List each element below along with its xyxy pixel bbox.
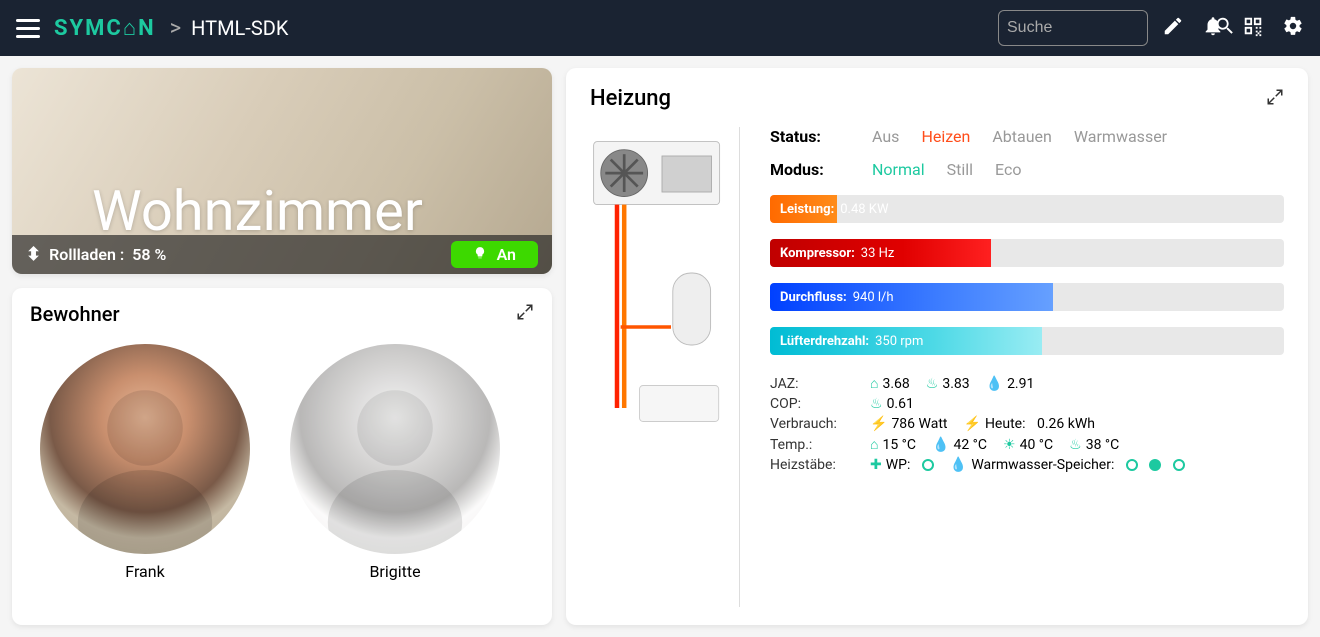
shutter-label: Rollladen : (49, 245, 124, 264)
room-card[interactable]: Wohnzimmer ⬍ Rollladen : 58 % An (12, 68, 552, 274)
residents-card: Bewohner Frank Brigitte (12, 288, 552, 625)
page-title: HTML-SDK (191, 16, 288, 40)
breadcrumb: > HTML-SDK (170, 16, 289, 41)
mode-opt-eco[interactable]: Eco (995, 160, 1021, 179)
mode-opt-normal[interactable]: Normal (872, 160, 925, 179)
room-footer: ⬍ Rollladen : 58 % An (12, 235, 552, 274)
avatar-name: Brigitte (369, 562, 420, 581)
bar-fan: Lüfterdrehzahl:350 rpm (770, 327, 1284, 355)
drop-icon: 💧 (932, 437, 949, 453)
shutter-icon: ⬍ (26, 244, 41, 265)
status-circle-off-icon (1173, 459, 1185, 471)
status-opt-heizen[interactable]: Heizen (921, 127, 970, 146)
qr-icon[interactable] (1242, 15, 1264, 41)
menu-button[interactable] (16, 19, 40, 38)
light-label: An (497, 245, 516, 264)
bar-compressor: Kompressor:33 Hz (770, 239, 1284, 267)
avatar (290, 344, 500, 554)
residents-title: Bewohner (30, 302, 120, 326)
search-box[interactable] (998, 10, 1148, 46)
house-icon: ⌂ (870, 436, 878, 453)
bar-power: Leistung:0.48 KW (770, 195, 1284, 223)
bulb-icon (473, 245, 487, 264)
status-label: Status: (770, 127, 860, 146)
avatar-name: Frank (125, 562, 164, 581)
resident-frank[interactable]: Frank (40, 344, 250, 581)
bell-icon[interactable] (1202, 15, 1224, 41)
status-opt-warmwasser[interactable]: Warmwasser (1074, 127, 1167, 146)
light-button[interactable]: An (451, 241, 538, 268)
fire-icon: ♨ (926, 376, 939, 392)
usage-label: Verbrauch: (770, 416, 860, 432)
cop-label: COP: (770, 396, 860, 412)
mode-opt-still[interactable]: Still (947, 160, 973, 179)
mode-label: Modus: (770, 160, 860, 179)
brand-logo[interactable]: SYMC⌂N (54, 15, 156, 41)
avatar (40, 344, 250, 554)
resident-brigitte[interactable]: Brigitte (290, 344, 500, 581)
temp-label: Temp.: (770, 437, 860, 453)
bolt-icon: ⚡ (964, 416, 981, 432)
edit-icon[interactable] (1162, 15, 1184, 41)
status-opt-abtauen[interactable]: Abtauen (992, 127, 1052, 146)
plus-icon: ✚ (870, 457, 882, 473)
rods-label: Heizstäbe: (770, 457, 860, 473)
drop-icon: 💧 (950, 457, 967, 473)
heating-card: Heizung (566, 68, 1308, 625)
fire-icon: ♨ (870, 396, 883, 412)
gear-icon[interactable] (1282, 15, 1304, 41)
expand-icon[interactable] (1266, 88, 1284, 110)
drop-icon: 💧 (986, 376, 1003, 392)
heatpump-diagram (590, 127, 740, 607)
bar-flow: Durchfluss:940 l/h (770, 283, 1284, 311)
bolt-icon: ⚡ (870, 416, 887, 432)
heating-title: Heizung (590, 86, 671, 111)
status-opt-aus[interactable]: Aus (872, 127, 899, 146)
shutter-status[interactable]: ⬍ Rollladen : 58 % (26, 244, 166, 265)
status-circle-off-icon (922, 459, 934, 471)
status-circle-off-icon (1126, 459, 1138, 471)
status-circle-on-icon (1149, 459, 1161, 471)
expand-icon[interactable] (516, 303, 534, 325)
metrics-block: JAZ: ⌂3.68 ♨3.83 💧2.91 COP: ♨0.61 (770, 375, 1284, 473)
fire-icon: ♨ (1069, 437, 1082, 453)
shutter-value: 58 % (132, 245, 166, 264)
house-icon: ⌂ (870, 375, 878, 392)
jaz-label: JAZ: (770, 376, 860, 392)
sun-icon: ☀ (1003, 437, 1016, 453)
status-options: Aus Heizen Abtauen Warmwasser (872, 127, 1284, 146)
mode-options: Normal Still Eco (872, 160, 1284, 179)
chevron-right-icon: > (170, 16, 182, 41)
app-header: SYMC⌂N > HTML-SDK (0, 0, 1320, 56)
